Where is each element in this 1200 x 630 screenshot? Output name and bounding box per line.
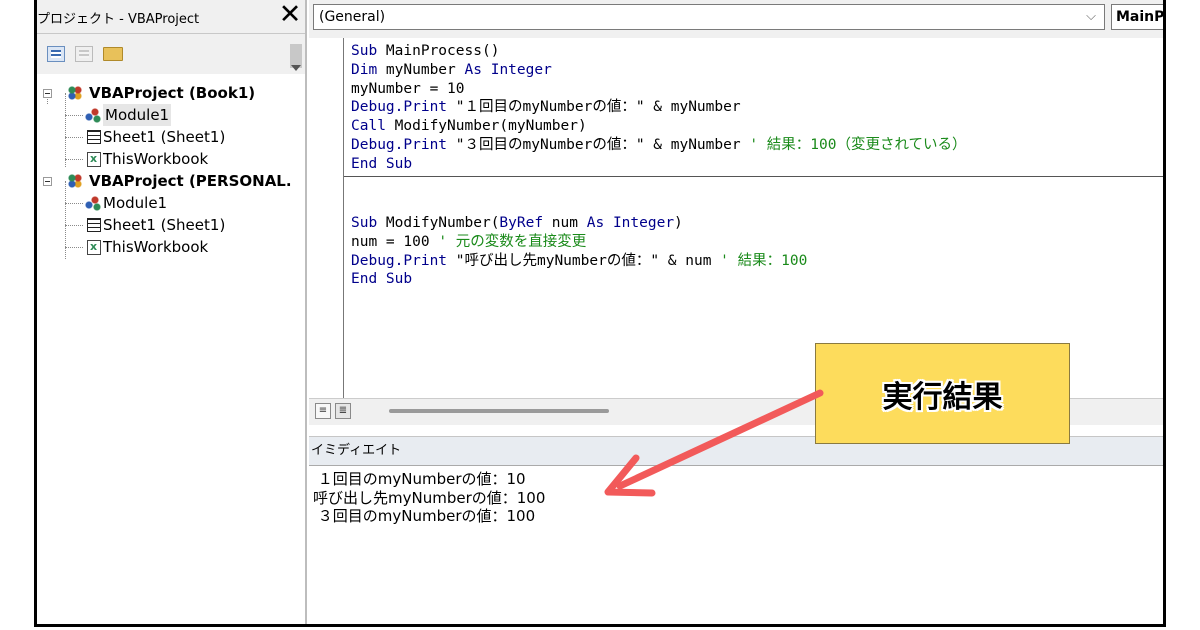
code-line[interactable]: Debug.Print "３回目のmyNumberの値：" & myNumber… [351, 136, 967, 155]
toggle-folders-button[interactable] [103, 47, 123, 61]
code-line[interactable]: End Sub [351, 155, 967, 174]
collapse-icon[interactable] [43, 89, 52, 98]
result-callout: 実行結果 [815, 343, 1070, 444]
tree-item-vbaproject-personal[interactable]: VBAProject (PERSONAL. [37, 170, 305, 192]
chevron-down-icon[interactable]: ⌵ [1086, 5, 1096, 29]
code-line[interactable]: End Sub [351, 270, 807, 289]
procedure-view-icon[interactable]: ≡ [315, 403, 331, 419]
tree-item-label: VBAProject (PERSONAL. [89, 172, 292, 190]
view-object-button[interactable] [75, 46, 93, 62]
sheet-icon [87, 218, 101, 232]
code-line[interactable]: Call ModifyNumber(myNumber) [351, 117, 967, 136]
vbe-window: プロジェクト - VBAProject ✕ VBAProject (Book1)… [34, 0, 1166, 627]
code-line[interactable]: myNumber = 10 [351, 80, 967, 99]
full-module-view-icon[interactable]: ≣ [335, 403, 351, 419]
object-dropdown[interactable]: (General) ⌵ [313, 4, 1105, 30]
vbaproject-icon [67, 85, 83, 101]
tree-item-sheet1[interactable]: Sheet1 (Sheet1) [37, 126, 305, 148]
hscroll-thumb[interactable] [389, 409, 609, 413]
code-margin[interactable] [309, 38, 344, 400]
workbook-icon [87, 236, 101, 258]
tree-scrollbar[interactable] [287, 34, 307, 74]
code-combo-bar: (General) ⌵ MainP [309, 0, 1165, 38]
close-x-icon[interactable]: ✕ [277, 1, 303, 29]
sheet-icon [87, 130, 101, 144]
code-block-mainprocess[interactable]: Sub MainProcess() Dim myNumber As Integer… [351, 42, 967, 174]
code-line[interactable]: Debug.Print "呼び出し先myNumberの値：" & num ' 結… [351, 252, 807, 271]
project-explorer-toolbar [37, 34, 287, 74]
module-icon [85, 195, 101, 211]
procedure-separator [344, 176, 1163, 177]
tree-item-label: ThisWorkbook [103, 238, 209, 256]
scroll-thumb[interactable] [290, 44, 302, 68]
procedure-dropdown[interactable]: MainP [1111, 4, 1165, 30]
tree-item-label: Module1 [103, 104, 172, 126]
procedure-dropdown-value: MainP [1116, 9, 1165, 25]
tree-item-thisworkbook[interactable]: ThisWorkbook [37, 148, 305, 170]
project-explorer: プロジェクト - VBAProject ✕ VBAProject (Book1)… [37, 0, 307, 624]
callout-label: 実行結果 [882, 379, 1003, 415]
tree-item-module1[interactable]: Module1 [37, 104, 305, 126]
collapse-icon[interactable] [43, 177, 52, 186]
tree-item-label: Sheet1 (Sheet1) [103, 128, 226, 146]
workbook-icon [87, 148, 101, 170]
tree-item-module1[interactable]: Module1 [37, 192, 305, 214]
code-block-modifynumber[interactable]: Sub ModifyNumber(ByRef num As Integer) nu… [351, 214, 807, 289]
immediate-line[interactable]: １回目のmyNumberの値：10 [313, 470, 545, 489]
immediate-output[interactable]: １回目のmyNumberの値：10 呼び出し先myNumberの値：100 ３回目… [313, 470, 545, 526]
immediate-line[interactable]: 呼び出し先myNumberの値：100 [313, 489, 545, 508]
tree-item-label: VBAProject (Book1) [89, 84, 256, 102]
immediate-line[interactable]: ３回目のmyNumberの値：100 [313, 507, 545, 526]
tree-item-sheet1[interactable]: Sheet1 (Sheet1) [37, 214, 305, 236]
project-tree: VBAProject (Book1) Module1 Sheet1 (Sheet… [37, 78, 305, 278]
tree-item-label: ThisWorkbook [103, 150, 209, 168]
tree-item-vbaproject-book1[interactable]: VBAProject (Book1) [37, 82, 305, 104]
project-explorer-title: プロジェクト - VBAProject [37, 12, 200, 27]
immediate-window[interactable]: １回目のmyNumberの値：10 呼び出し先myNumberの値：100 ３回目… [309, 466, 1163, 624]
code-line[interactable]: Sub ModifyNumber(ByRef num As Integer) [351, 214, 807, 233]
code-line[interactable]: num = 100 ' 元の変数を直接変更 [351, 233, 807, 252]
object-dropdown-value: (General) [319, 9, 386, 25]
code-line[interactable]: Dim myNumber As Integer [351, 61, 967, 80]
code-line[interactable]: Debug.Print "１回目のmyNumberの値：" & myNumber [351, 98, 967, 117]
code-line[interactable]: Sub MainProcess() [351, 42, 967, 61]
module-icon [85, 107, 101, 123]
tree-item-label: Module1 [103, 194, 168, 212]
view-code-button[interactable] [47, 46, 65, 62]
tree-item-thisworkbook[interactable]: ThisWorkbook [37, 236, 305, 258]
tree-item-label: Sheet1 (Sheet1) [103, 216, 226, 234]
project-explorer-titlebar: プロジェクト - VBAProject ✕ [37, 0, 307, 34]
vbaproject-icon [67, 173, 83, 189]
pane-splitter[interactable] [305, 0, 307, 624]
